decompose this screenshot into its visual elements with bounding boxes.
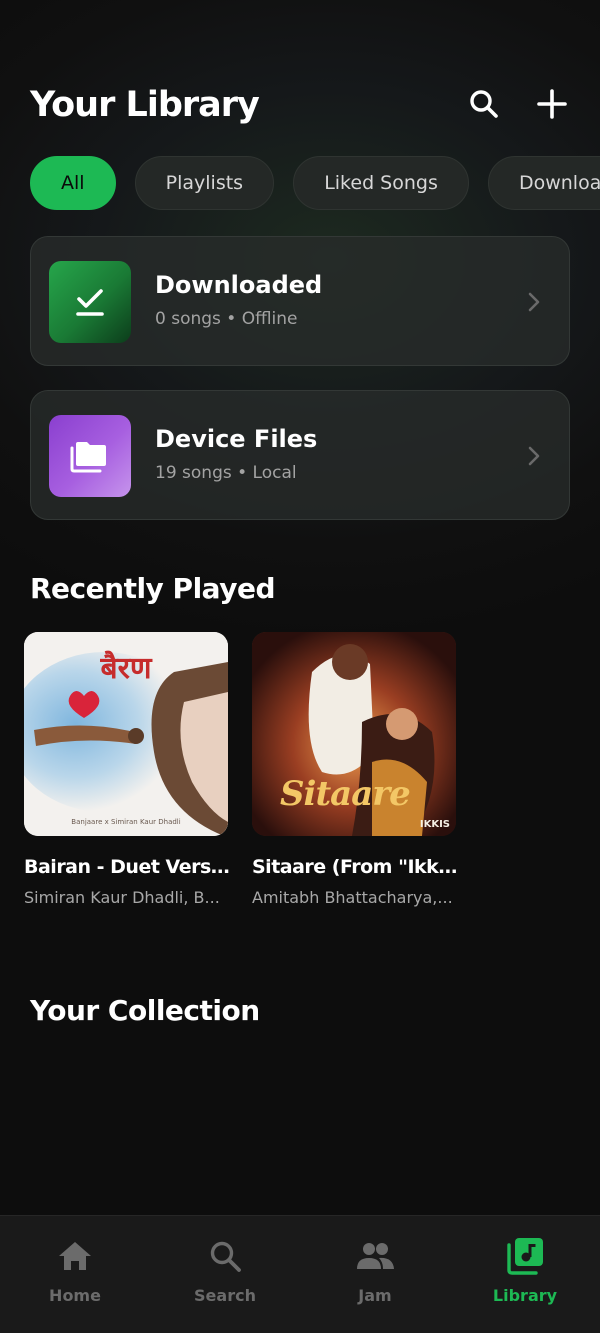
device-files-card[interactable]: Device Files 19 songs • Local [30,390,570,520]
home-icon [55,1236,95,1276]
downloaded-thumb [49,261,131,343]
filter-chip-liked-songs[interactable]: Liked Songs [293,156,469,210]
filter-chip-all[interactable]: All [30,156,116,210]
device-files-thumb [49,415,131,497]
filter-chip-downloaded[interactable]: Downloaded [487,156,600,210]
filter-chip-playlists[interactable]: Playlists [134,156,275,210]
library-icon [505,1236,545,1276]
chevron-right-icon [528,446,540,466]
recent-album-sitaare[interactable]: Sitaare IKKIS Sitaare (From "Ikkis") Ami… [252,632,458,907]
card-title: Device Files [155,425,318,453]
your-collection-title: Your Collection [30,994,260,1027]
album-title: Bairan - Duet Version [24,856,230,878]
album-art-credit: Banjaare x Simiran Kaur Dhadli [71,818,181,826]
nav-library[interactable]: Library [450,1216,600,1333]
plus-icon [537,89,567,119]
filter-chips: All Playlists Liked Songs Downloaded [30,156,600,212]
nav-label: Home [49,1286,101,1305]
downloaded-card[interactable]: Downloaded 0 songs • Offline [30,236,570,366]
nav-jam[interactable]: Jam [300,1216,450,1333]
search-icon [205,1236,245,1276]
recently-played-title: Recently Played [30,572,276,605]
nav-home[interactable]: Home [0,1216,150,1333]
folder-icon [70,442,106,473]
nav-label: Search [194,1286,256,1305]
card-subtitle: 19 songs • Local [155,463,297,483]
nav-label: Library [492,1286,558,1305]
album-artist: Amitabh Bhattacharya,... [252,888,453,907]
search-icon [470,90,498,118]
nav-label: Jam [358,1286,392,1305]
download-check-icon [76,289,104,316]
nav-search[interactable]: Search [150,1216,300,1333]
card-subtitle: 0 songs • Offline [155,309,298,329]
chevron-right-icon [528,292,540,312]
album-artist: Simiran Kaur Dhadli, B... [24,888,220,907]
album-art: बैरण Banjaare x Simiran Kaur Dhadli [24,632,228,836]
add-button[interactable] [534,86,570,122]
album-art: Sitaare IKKIS [252,632,456,836]
album-title: Sitaare (From "Ikkis") [252,856,458,878]
album-art-title: Sitaare [280,774,411,814]
people-icon [355,1236,395,1276]
card-title: Downloaded [155,271,323,299]
album-art-badge: IKKIS [419,819,450,830]
recent-album-bairan[interactable]: बैरण Banjaare x Simiran Kaur Dhadli Bair… [24,632,230,907]
album-art-title: बैरण [100,651,152,686]
search-button[interactable] [466,86,502,122]
library-header: Your Library [30,82,570,132]
bottom-nav: Home Search Jam Library [0,1215,600,1333]
